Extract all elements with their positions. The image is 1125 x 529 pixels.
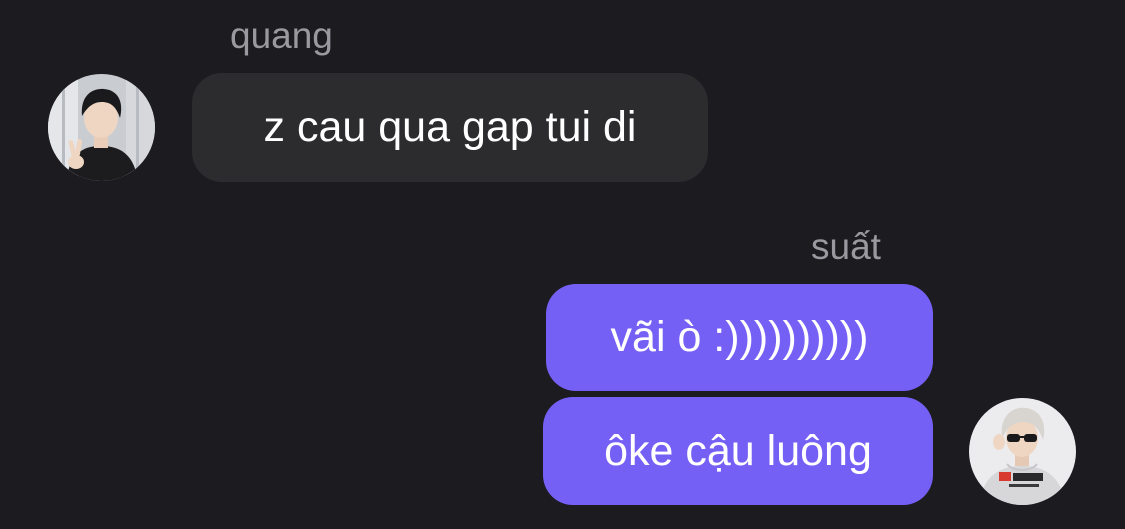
message-bubble-outgoing-2[interactable]: ôke cậu luông [543, 397, 933, 505]
avatar-suat[interactable] [969, 398, 1076, 505]
avatar-quang[interactable] [48, 74, 155, 181]
message-bubble-incoming[interactable]: z cau qua gap tui di [192, 73, 708, 182]
user-avatar-icon [48, 74, 155, 181]
sender-name-suat: suất [811, 226, 881, 267]
user-avatar-icon [969, 398, 1076, 505]
sender-name-quang: quang [230, 15, 333, 56]
message-bubble-outgoing-1[interactable]: vãi ò :)))))))))) [546, 284, 933, 391]
